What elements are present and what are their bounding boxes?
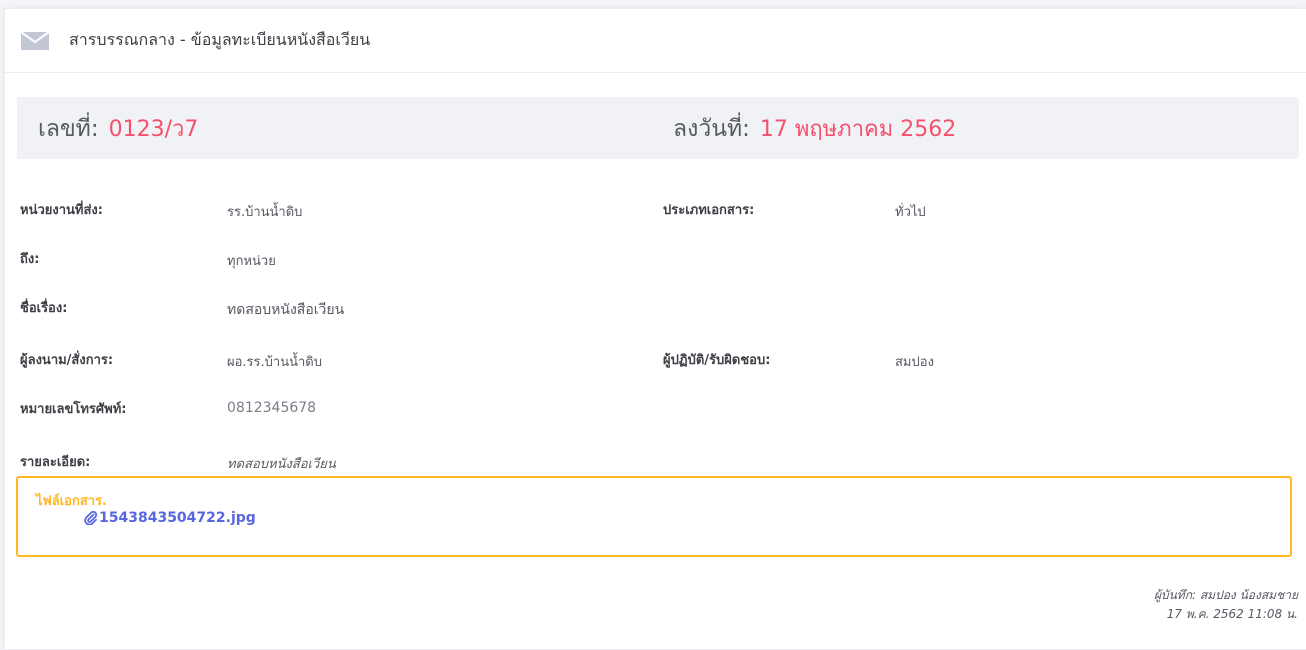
doc-number: เลขที่: 0123/ว7	[38, 111, 198, 147]
attachment-link[interactable]: 1543843504722.jpg	[84, 510, 256, 526]
detail-label: รายละเอียด:	[20, 455, 91, 470]
doc-date: ลงวันที่: 17 พฤษภาคม 2562	[673, 111, 956, 147]
paperclip-icon	[84, 511, 99, 525]
sender-label: หน่วยงานที่ส่ง:	[20, 203, 103, 218]
subject-label: ชื่อเรื่อง:	[20, 301, 68, 316]
page-title: สารบรรณกลาง - ข้อมูลทะเบียนหนังสือเวียน	[69, 30, 371, 49]
card-header: สารบรรณกลาง - ข้อมูลทะเบียนหนังสือเวียน	[5, 9, 1306, 73]
attachment-filename: 1543843504722.jpg	[99, 510, 256, 526]
summary-bar: เลขที่: 0123/ว7 ลงวันที่: 17 พฤษภาคม 2562	[17, 97, 1299, 159]
phone-value: 0812345678	[227, 400, 317, 416]
doc-date-value: 17 พฤษภาคม 2562	[759, 117, 957, 142]
signer-label: ผู้ลงนาม/สั่งการ:	[20, 353, 114, 368]
doc-date-label: ลงวันที่:	[673, 116, 750, 142]
responsible-value: สมปอง	[895, 355, 934, 370]
phone-label: หมายเลขโทรศัพท์:	[20, 402, 127, 417]
responsible-label: ผู้ปฏิบัติ/รับผิดชอบ:	[663, 353, 771, 368]
attachments-title: ไฟล์เอกสาร.	[36, 494, 107, 509]
record-timestamp: 17 พ.ค. 2562 11:08 น.	[1166, 607, 1298, 621]
envelope-icon	[21, 31, 49, 50]
doc-type-label: ประเภทเอกสาร:	[663, 203, 755, 218]
to-label: ถึง:	[20, 252, 40, 267]
doc-type-value: ทั่วไป	[895, 205, 926, 220]
to-value: ทุกหน่วย	[227, 254, 276, 269]
doc-number-value: 0123/ว7	[108, 117, 199, 142]
sender-value: รร.บ้านน้ำดิบ	[227, 205, 303, 220]
recorder-info: ผู้บันทึก: สมปอง น้องสมชาย	[1153, 588, 1298, 602]
signer-value: ผอ.รร.บ้านน้ำดิบ	[227, 355, 322, 370]
doc-number-label: เลขที่:	[38, 116, 99, 142]
detail-value: ทดสอบหนังสือเวียน	[227, 457, 336, 472]
subject-value: ทดสอบหนังสือเวียน	[227, 302, 345, 318]
attachments-box: ไฟล์เอกสาร. 1543843504722.jpg	[16, 476, 1292, 557]
